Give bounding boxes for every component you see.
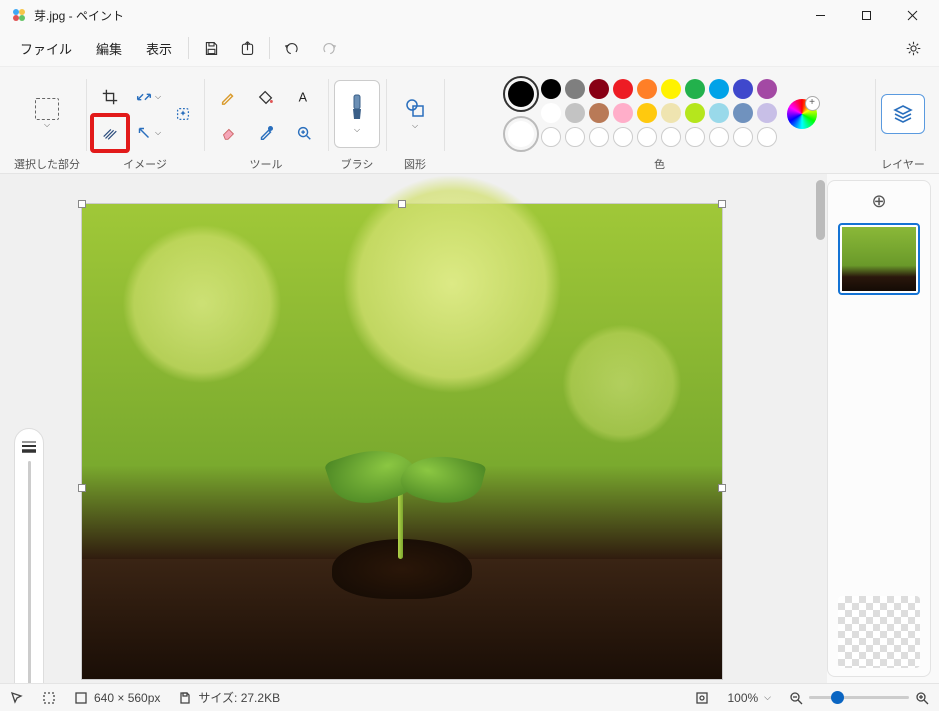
magnifier-tool[interactable] [286,115,322,151]
color-swatch-empty[interactable] [637,127,657,147]
color-swatch[interactable] [565,103,585,123]
file-size: サイズ: 27.2KB [178,689,280,706]
resize-handle[interactable] [398,200,406,208]
group-label-tools: ツール [250,156,283,171]
group-label-brushes: ブラシ [341,156,374,171]
canvas-dims: 640 × 560px [74,691,160,705]
resize-handle[interactable] [718,484,726,492]
svg-text:A: A [299,90,308,104]
ribbon: ⌵ 選択した部分 ⌵ ⌵ イメージ A ツール [0,66,939,174]
app-icon [10,6,28,24]
eraser-tool[interactable] [210,115,246,151]
color2[interactable] [503,116,539,152]
color-swatch[interactable] [733,103,753,123]
color-swatch[interactable] [757,103,777,123]
color-swatch-empty[interactable] [757,127,777,147]
zoom-dropdown[interactable]: 100%⌵ [727,691,771,705]
color1[interactable] [503,76,539,112]
color-swatch[interactable] [637,79,657,99]
resize-handle[interactable] [78,200,86,208]
fit-screen-button[interactable] [695,691,709,705]
color-swatch-empty[interactable] [661,127,681,147]
brush-size-slider[interactable] [14,428,44,683]
maximize-button[interactable] [843,0,889,30]
color-swatch-empty[interactable] [541,127,561,147]
color-swatch[interactable] [709,103,729,123]
color-swatch[interactable] [613,79,633,99]
canvas-image[interactable] [82,204,722,679]
picker-tool[interactable] [248,115,284,151]
zoom-in-button[interactable] [915,691,929,705]
color-swatch-empty[interactable] [733,127,753,147]
text-tool[interactable]: A [286,79,322,115]
color-swatch-empty[interactable] [685,127,705,147]
vertical-scrollbar[interactable] [814,174,827,683]
color-swatch[interactable] [733,79,753,99]
resize-button[interactable]: ⌵ [130,79,166,115]
titlebar: 芽.jpg - ペイント [0,0,939,30]
color-swatch[interactable] [637,103,657,123]
color-swatch[interactable] [661,103,681,123]
menu-edit[interactable]: 編集 [84,33,134,64]
close-button[interactable] [889,0,935,30]
color-swatch[interactable] [541,79,561,99]
redo-button[interactable] [310,32,346,64]
undo-button[interactable] [274,32,310,64]
generate-button[interactable] [168,96,198,132]
layers-panel: ⊕ [827,180,931,677]
color-swatch[interactable] [565,79,585,99]
minimize-button[interactable] [797,0,843,30]
color-swatch[interactable] [541,103,561,123]
share-button[interactable] [229,32,265,64]
group-label-colors: 色 [654,156,665,171]
zoom-out-button[interactable] [789,691,803,705]
remove-background-button[interactable] [92,115,128,151]
color-swatches [541,79,781,149]
color-swatch[interactable] [685,79,705,99]
color-swatch-empty[interactable] [613,127,633,147]
color-swatch[interactable] [589,103,609,123]
save-button[interactable] [193,32,229,64]
statusbar: 640 × 560px サイズ: 27.2KB 100%⌵ [0,683,939,711]
resize-handle[interactable] [78,484,86,492]
color-swatch-empty[interactable] [565,127,585,147]
window-title: 芽.jpg - ペイント [34,7,124,24]
canvas-area[interactable] [0,174,814,683]
crop-button[interactable] [92,79,128,115]
color-swatch[interactable] [757,79,777,99]
rotate-button[interactable]: ⌵ [130,115,166,151]
layers-button[interactable] [881,94,925,134]
resize-handle[interactable] [718,200,726,208]
fill-tool[interactable] [248,79,284,115]
color-swatch[interactable] [589,79,609,99]
edit-colors-button[interactable] [787,99,817,129]
menubar: ファイル 編集 表示 [0,30,939,66]
zoom-slider[interactable] [809,696,909,699]
group-label-layers: レイヤー [881,156,925,171]
color-swatch[interactable] [661,79,681,99]
add-layer-button[interactable]: ⊕ [867,189,891,213]
group-label-image: イメージ [123,156,167,171]
cursor-pos [10,691,24,705]
color-swatch[interactable] [709,79,729,99]
group-label-selection: 選択した部分 [14,156,80,171]
menu-view[interactable]: 表示 [134,33,184,64]
settings-button[interactable] [895,32,931,64]
layer-thumbnail[interactable] [838,223,920,295]
select-tool[interactable]: ⌵ [24,80,70,148]
slider-icon [21,439,37,453]
selection-size [42,691,56,705]
color-swatch[interactable] [685,103,705,123]
pencil-tool[interactable] [210,79,246,115]
brushes-button[interactable]: ⌵ [334,80,380,148]
shapes-button[interactable]: ⌵ [392,80,438,148]
group-label-shapes: 図形 [404,156,426,171]
color-swatch-empty[interactable] [709,127,729,147]
background-layer-thumbnail[interactable] [838,596,920,668]
color-swatch-empty[interactable] [589,127,609,147]
color-swatch[interactable] [613,103,633,123]
menu-file[interactable]: ファイル [8,33,84,64]
